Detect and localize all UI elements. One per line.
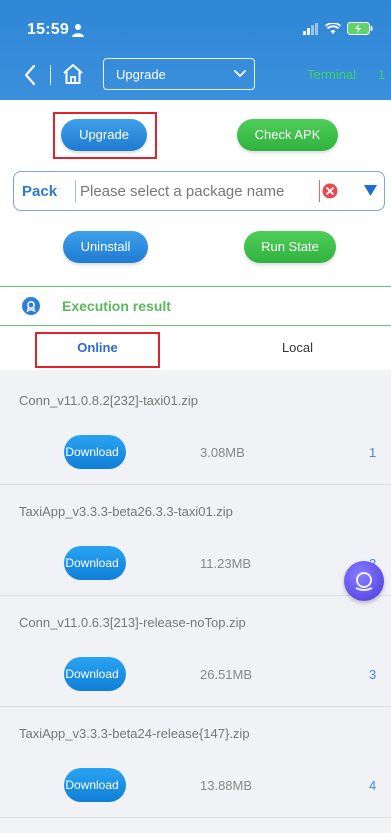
run-state-button[interactable]: Run State [244,231,336,263]
download-button[interactable]: Download [64,435,126,469]
action-row-top: Upgrade Check APK [0,100,391,170]
file-size: 26.51MB [200,667,253,682]
file-name: TaxiApp_v3.3.3-beta24-release{147}.zip [19,726,250,741]
file-name: Conn_v11.0.8.2[232]-taxi01.zip [19,393,198,408]
terminal-count: 1 [378,67,386,82]
file-size: 13.88MB [200,778,253,793]
download-button[interactable]: Download [64,768,126,802]
file-index: 3 [369,667,377,682]
package-name-input[interactable] [76,172,316,210]
list-divider [0,484,391,485]
file-name: Conn_v11.0.6.3[213]-release-noTop.zip [19,615,246,630]
floating-assistant-button[interactable] [344,561,384,601]
mode-select-value: Upgrade [116,67,166,82]
nav-row: Upgrade Terminal 1 [0,57,391,95]
download-button[interactable]: Download [64,546,126,580]
pack-label: Pack [22,183,58,200]
list-item: Conn_v11.0.8.2[232]-taxi01.zip Download … [0,375,391,485]
list-divider [0,595,391,596]
list-divider [0,817,391,818]
assistant-icon [355,572,373,591]
list-item: Conn_v11.0.6.3[213]-release-noTop.zip Do… [0,597,391,707]
pack-clear-divider [319,180,320,202]
nav-divider [50,65,51,85]
execution-result-label: Execution result [62,298,171,314]
back-icon[interactable] [22,64,38,86]
file-index: 4 [369,778,377,793]
download-button[interactable]: Download [64,657,126,691]
file-size: 11.23MB [200,556,252,571]
result-tabs: Online Local [0,327,391,370]
file-name: TaxiApp_v3.3.3-beta26.3.3-taxi01.zip [19,504,233,519]
mode-select[interactable]: Upgrade [103,58,255,90]
chevron-down-icon [234,70,246,78]
status-icons [303,22,373,35]
file-index: 1 [369,445,377,460]
battery-icon [347,22,373,35]
home-icon[interactable] [62,63,84,85]
person-icon [72,24,84,37]
clear-icon[interactable] [322,183,338,199]
pack-selector[interactable]: Pack [13,171,385,211]
upgrade-button[interactable]: Upgrade [61,119,147,151]
status-time: 15:59 [27,21,69,38]
signal-icon [303,22,318,35]
wifi-icon [325,22,341,34]
list-item: TaxiApp_v3.3.3-beta24-release{147}.zip D… [0,708,391,818]
dropdown-arrow-icon[interactable] [364,185,377,196]
status-bar: 15:59 [0,18,391,46]
uninstall-button[interactable]: Uninstall [63,231,148,263]
app-header: 15:59 Upgrade Terminal 1 [0,0,391,100]
list-divider [0,706,391,707]
check-apk-button[interactable]: Check APK [237,119,338,151]
execution-result-icon [22,297,40,315]
action-row-bottom: Uninstall Run State [0,215,391,285]
tab-local[interactable]: Local [240,333,355,363]
execution-result-bar: Execution result [0,286,391,326]
list-item: TaxiApp_v3.3.3-beta26.3.3-taxi01.zip Dow… [0,486,391,596]
terminal-label[interactable]: Terminal [307,67,356,82]
tab-online[interactable]: Online [35,333,160,363]
file-size: 3.08MB [200,445,245,460]
